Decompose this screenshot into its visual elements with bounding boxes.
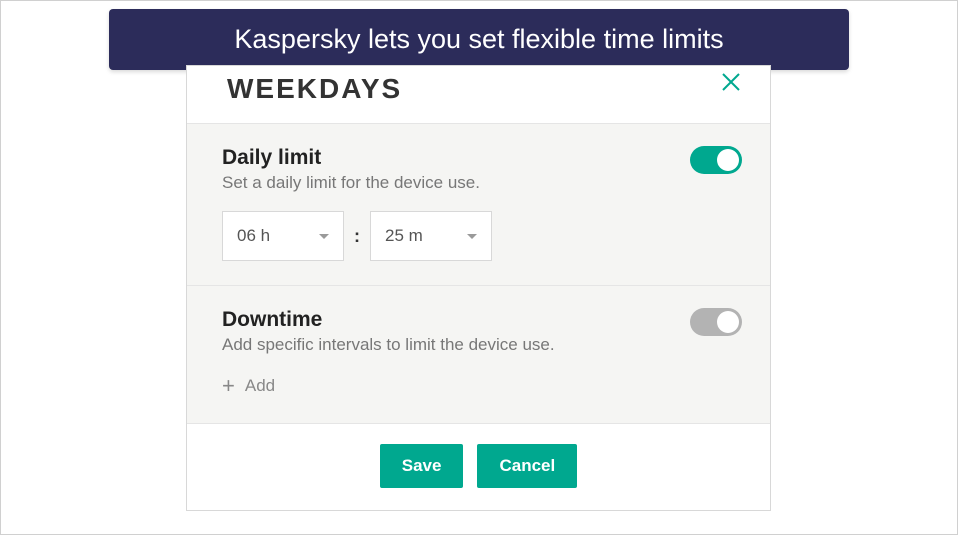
add-interval-button[interactable]: + Add (222, 373, 742, 399)
panel-title: WEEKDAYS (227, 73, 402, 105)
time-separator: : (354, 226, 360, 247)
downtime-description: Add specific intervals to limit the devi… (222, 335, 555, 355)
time-limits-panel: WEEKDAYS Daily limit Set a daily limit f… (186, 65, 771, 511)
toggle-knob (717, 149, 739, 171)
downtime-section: Downtime Add specific intervals to limit… (187, 286, 770, 424)
close-icon[interactable] (720, 71, 742, 93)
chevron-down-icon (467, 234, 477, 239)
hours-dropdown[interactable]: 06 h (222, 211, 344, 261)
plus-icon: + (222, 373, 235, 399)
banner-text: Kaspersky lets you set flexible time lim… (234, 24, 723, 54)
hours-value: 06 h (237, 226, 270, 246)
save-button[interactable]: Save (380, 444, 464, 488)
daily-limit-toggle[interactable] (690, 146, 742, 174)
daily-limit-title: Daily limit (222, 146, 480, 170)
cancel-button[interactable]: Cancel (477, 444, 577, 488)
minutes-value: 25 m (385, 226, 423, 246)
downtime-header: Downtime Add specific intervals to limit… (222, 308, 742, 355)
time-selectors: 06 h : 25 m (222, 211, 742, 261)
panel-footer: Save Cancel (187, 424, 770, 510)
panel-header: WEEKDAYS (187, 66, 770, 124)
toggle-knob (717, 311, 739, 333)
downtime-title: Downtime (222, 308, 555, 332)
minutes-dropdown[interactable]: 25 m (370, 211, 492, 261)
daily-limit-description: Set a daily limit for the device use. (222, 173, 480, 193)
add-label: Add (245, 376, 275, 396)
info-banner: Kaspersky lets you set flexible time lim… (109, 9, 849, 70)
downtime-toggle[interactable] (690, 308, 742, 336)
daily-limit-section: Daily limit Set a daily limit for the de… (187, 124, 770, 286)
chevron-down-icon (319, 234, 329, 239)
daily-limit-header: Daily limit Set a daily limit for the de… (222, 146, 742, 193)
